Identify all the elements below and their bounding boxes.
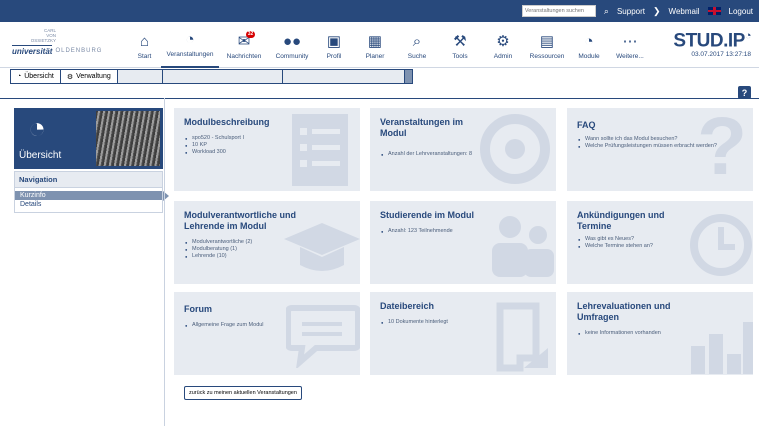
sidebar-nav-title: Navigation — [15, 172, 162, 188]
unread-badge: 32 — [245, 31, 256, 38]
nav-start[interactable]: ⌂ Start — [128, 22, 161, 68]
main-header: CARL VON OSSIETZKY universität OLDENBURG… — [0, 22, 759, 68]
profile-icon: ▣ — [326, 33, 342, 50]
tile-title: Ankündigungen und Termine — [577, 210, 665, 231]
nav-tools[interactable]: ⚒ Tools — [437, 22, 483, 68]
calendar-icon: ▦ — [367, 33, 383, 50]
tile-title: Veranstaltungen im Modul — [380, 117, 464, 138]
tile-faq[interactable]: ? FAQ Wann sollte ich das Modul besuchen… — [567, 108, 753, 191]
sidebar-item-kurzinfo[interactable]: Kurzinfo — [15, 191, 169, 201]
tile-item: Anzahl: 123 Teilnehmende — [381, 228, 556, 235]
tile-item: Allgemeine Frage zum Modul — [185, 322, 360, 329]
tile-item: Workload 300 — [185, 149, 360, 156]
top-bar: ⌕ Support ❯ Webmail Logout — [0, 0, 759, 22]
sidebar-divider — [164, 98, 165, 426]
tile-item: Was gibt es Neues? — [578, 236, 753, 243]
back-to-courses-button[interactable]: zurück zu meinen aktuellen Veranstaltung… — [184, 386, 302, 400]
tab-bar-filler — [117, 70, 412, 83]
tile-item: Modulberatung (1) — [185, 246, 360, 253]
tab-bar: ◔ Übersicht ⚙ Verwaltung — [10, 69, 413, 84]
tile-modulverantwortliche[interactable]: Modulverantwortliche und Lehrende im Mod… — [174, 201, 360, 284]
tile-item: Welche Termine stehen an? — [578, 243, 753, 250]
logo-oldenburg: OLDENBURG — [55, 47, 103, 54]
nav-admin[interactable]: ⚙ Admin — [483, 22, 523, 68]
tile-dateibereich[interactable]: Dateibereich 10 Dokumente hinterlegt — [370, 292, 556, 375]
logout-link[interactable]: Logout — [729, 7, 753, 16]
search-icon: ⌕ — [412, 33, 422, 50]
tile-title: FAQ — [577, 120, 596, 130]
tile-title: Lehrevaluationen und Umfragen — [577, 301, 671, 322]
sidebar-image-label: Übersicht — [19, 150, 62, 161]
tile-item: spo520 - Schulsport I — [185, 135, 360, 142]
nav-weitere[interactable]: ⋯ Weitere... — [607, 22, 653, 68]
tile-item: 10 Dokumente hinterlegt — [381, 319, 556, 326]
tile-title: Studierende im Modul — [380, 210, 475, 220]
sidebar: ◔ Übersicht Navigation Kurzinfo Details — [14, 108, 169, 213]
tile-modulbeschreibung[interactable]: Modulbeschreibung spo520 - Schulsport I … — [174, 108, 360, 191]
studip-logo: STUD.IP◔ — [673, 30, 751, 52]
seminar-icon: ◔ — [28, 112, 47, 145]
support-link[interactable]: Support — [617, 7, 645, 16]
seminar-icon: ◔ — [17, 73, 22, 80]
nav-profil[interactable]: ▣ Profil — [315, 22, 353, 68]
admin-icon: ⚙ — [496, 33, 510, 50]
studip-brand[interactable]: STUD.IP◔ 03.07.2017 13:27:18 — [673, 24, 751, 58]
arrow-right-icon: ❯ — [653, 5, 661, 16]
more-icon: ⋯ — [622, 33, 638, 50]
nav-veranstaltungen[interactable]: ◔ Veranstaltungen — [161, 22, 219, 68]
webmail-link[interactable]: Webmail — [669, 7, 700, 16]
nav-suche[interactable]: ⌕ Suche — [397, 22, 437, 68]
university-logo[interactable]: CARL VON OSSIETZKY universität OLDENBURG — [12, 28, 122, 62]
language-flag-icon[interactable] — [707, 7, 721, 15]
seminar-icon — [480, 114, 550, 184]
search-icon[interactable]: ⌕ — [604, 6, 609, 17]
mail-icon: ✉ 32 — [237, 31, 256, 50]
nav-community[interactable]: ●● Community — [269, 22, 315, 68]
nav-planer[interactable]: ▦ Planer — [353, 22, 397, 68]
divider — [0, 98, 759, 99]
tile-lehrevaluationen[interactable]: Lehrevaluationen und Umfragen keine Info… — [567, 292, 753, 375]
admin-icon: ⚙ — [66, 73, 74, 81]
resources-icon: ▤ — [539, 33, 555, 50]
tile-forum[interactable]: Forum Allgemeine Frage zum Modul — [174, 292, 360, 375]
tab-uebersicht[interactable]: ◔ Übersicht — [11, 70, 61, 83]
logo-universitaet: universität — [12, 45, 53, 56]
home-icon: ⌂ — [139, 33, 150, 50]
tile-ankuendigungen[interactable]: Ankündigungen und Termine Was gibt es Ne… — [567, 201, 753, 284]
file-icon — [496, 302, 548, 372]
tile-veranstaltungen-im-modul[interactable]: Veranstaltungen im Modul Anzahl der Lehr… — [370, 108, 556, 191]
sidebar-image: ◔ Übersicht — [14, 108, 163, 169]
nav-ressourcen[interactable]: ▤ Ressourcen — [523, 22, 571, 68]
logo-top-text: CARL VON OSSIETZKY — [30, 28, 56, 43]
tile-item: keine Informationen vorhanden — [578, 330, 753, 337]
tile-item: Wann sollte ich das Modul besuchen? — [578, 136, 753, 143]
nav-module[interactable]: ◔ Module — [571, 22, 607, 68]
lecture-hall-photo — [96, 111, 160, 166]
tile-title: Modulbeschreibung — [184, 117, 270, 127]
tile-title: Forum — [184, 304, 212, 314]
course-search-input[interactable] — [521, 5, 596, 17]
tile-title: Dateibereich — [380, 301, 435, 311]
tile-item: Modulverantwortliche (2) — [185, 239, 360, 246]
tab-verwaltung[interactable]: ⚙ Verwaltung — [60, 70, 118, 83]
module-icon: ◔ — [584, 33, 594, 50]
seminar-icon: ◔ — [185, 31, 195, 48]
tile-item: Welche Prüfungsleistungen müssen erbrach… — [578, 143, 753, 150]
sidebar-item-details[interactable]: Details — [15, 200, 162, 212]
tile-title: Modulverantwortliche und Lehrende im Mod… — [184, 210, 297, 231]
tile-item: Lehrende (10) — [185, 253, 360, 260]
main-navigation: ⌂ Start ◔ Veranstaltungen ✉ 32 Nachrichte… — [128, 22, 653, 68]
sidebar-navigation: Navigation Kurzinfo Details — [14, 171, 169, 213]
tile-studierende[interactable]: Studierende im Modul Anzahl: 123 Teilneh… — [370, 201, 556, 284]
nav-nachrichten[interactable]: ✉ 32 Nachrichten — [219, 22, 269, 68]
tile-item: 10 KP — [185, 142, 360, 149]
tools-icon: ⚒ — [453, 33, 467, 50]
bar-chart-icon — [691, 322, 753, 374]
community-icon: ●● — [282, 33, 302, 50]
tile-item: Anzahl der Lehrveranstaltungen: 8 — [381, 151, 556, 158]
